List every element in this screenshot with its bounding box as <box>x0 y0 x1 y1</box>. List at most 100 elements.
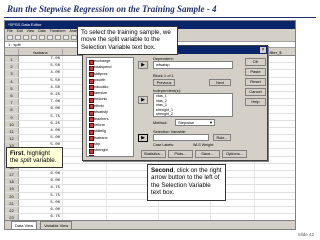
row-number[interactable]: 22 <box>5 206 19 214</box>
column-header[interactable] <box>5 49 19 55</box>
table-cell[interactable]: 5.50 <box>19 63 63 70</box>
toolbar-button[interactable] <box>63 35 69 40</box>
table-cell[interactable]: 5.00 <box>19 135 63 142</box>
ok-button[interactable]: OK <box>245 58 266 66</box>
table-cell[interactable]: 6.00 <box>19 178 63 185</box>
table-cell[interactable] <box>255 164 295 170</box>
variable-list[interactable]: exchange totalspend stdtpres pworth educatio… <box>86 57 134 157</box>
row-number[interactable]: 8 <box>5 106 19 113</box>
table-cell[interactable] <box>211 206 255 214</box>
tab-variable-view[interactable]: Variable View <box>40 221 73 229</box>
table-cell[interactable]: 4.00 <box>19 70 63 77</box>
options-button[interactable]: Options... <box>222 150 247 158</box>
independent-item[interactable]: strenght_2 <box>156 112 232 117</box>
table-cell[interactable] <box>255 193 295 199</box>
table-cell[interactable]: 6.00 <box>19 106 63 113</box>
table-cell[interactable]: 6.25 <box>19 120 63 127</box>
dependent-arrow-button[interactable]: ▶ <box>138 61 148 69</box>
table-cell[interactable] <box>255 200 295 206</box>
row-number[interactable]: 4 <box>5 77 19 84</box>
row-number[interactable]: 7 <box>5 99 19 106</box>
table-cell[interactable] <box>63 178 107 185</box>
row-number[interactable]: 21 <box>5 199 19 206</box>
row-number[interactable]: 19 <box>5 185 19 192</box>
row-number[interactable]: 11 <box>5 127 19 135</box>
table-cell[interactable]: 7.00 <box>19 99 63 106</box>
table-cell[interactable] <box>255 171 295 177</box>
first-bold: First <box>10 150 24 157</box>
help-button[interactable]: Help <box>245 98 266 106</box>
cancel-button[interactable]: Cancel <box>245 88 266 96</box>
instruction-callout-second: Second, click on the right arrow button … <box>147 164 226 201</box>
toolbar-button[interactable] <box>39 35 45 40</box>
menu-item-edit[interactable]: Edit <box>17 29 23 33</box>
close-icon[interactable]: × <box>260 47 266 53</box>
table-cell[interactable] <box>63 171 107 178</box>
row-number[interactable]: 9 <box>5 113 19 120</box>
selection-variable-field[interactable] <box>153 134 209 141</box>
column-header[interactable]: fsatranx <box>19 49 63 55</box>
table-cell[interactable]: 4.00 <box>19 127 63 135</box>
table-cell[interactable]: 5.75 <box>19 192 63 199</box>
row-number[interactable]: 5 <box>5 84 19 91</box>
table-cell[interactable]: 6.00 <box>19 206 63 214</box>
variable-item[interactable]: sreverse <box>87 154 133 156</box>
first-italic: split <box>20 157 32 165</box>
table-cell[interactable] <box>107 206 159 214</box>
row-number[interactable]: 3 <box>5 70 19 77</box>
toolbar-button[interactable] <box>55 35 61 40</box>
method-select[interactable]: Stepwise ▼ <box>175 119 215 126</box>
table-cell[interactable]: 7.00 <box>19 56 63 63</box>
paste-button[interactable]: Paste <box>245 68 266 76</box>
toolbar-button[interactable] <box>47 35 53 40</box>
rule-button[interactable]: Rule... <box>213 134 231 141</box>
table-cell[interactable] <box>255 207 295 213</box>
case-labels-label: Case Labels: <box>153 143 174 147</box>
chevron-down-icon: ▼ <box>209 120 213 125</box>
row-number[interactable]: 18 <box>5 178 19 185</box>
toolbar-button[interactable] <box>31 35 37 40</box>
row-number[interactable]: 1 <box>5 56 19 63</box>
row-number[interactable]: 17 <box>5 171 19 178</box>
menu-item-view[interactable]: View <box>27 29 35 33</box>
table-cell[interactable]: 5.00 <box>19 199 63 206</box>
toolbar-button[interactable] <box>7 35 13 40</box>
instruction-callout-first: First, highlight the split variable. <box>6 147 63 168</box>
previous-button[interactable]: Previous <box>153 79 175 86</box>
selection-variable-arrow-button[interactable]: ▶ <box>138 134 148 142</box>
table-cell[interactable] <box>255 178 295 184</box>
row-number[interactable]: 6 <box>5 91 19 99</box>
reset-button[interactable]: Reset <box>245 78 266 86</box>
table-cell[interactable] <box>63 163 107 170</box>
table-cell[interactable] <box>63 199 107 206</box>
toolbar-button[interactable] <box>15 35 21 40</box>
table-cell[interactable]: 5.75 <box>19 113 63 120</box>
plots-button[interactable]: Plots... <box>168 150 193 158</box>
table-row: 22 6.00 <box>5 206 295 215</box>
statistics-button[interactable]: Statistics... <box>141 150 166 158</box>
menu-item-data[interactable]: Data <box>38 29 45 33</box>
table-cell[interactable]: 4.75 <box>19 185 63 192</box>
tab-data-view[interactable]: Data View <box>11 221 38 229</box>
save-button[interactable]: Save... <box>195 150 220 158</box>
independents-list[interactable]: ntas_1 ntas_2 ntas_3 strenght_1 strenght_2 <box>153 93 233 117</box>
table-cell[interactable]: 6.25 <box>19 91 63 99</box>
table-cell[interactable]: 4.50 <box>19 84 63 91</box>
table-cell[interactable] <box>255 185 295 191</box>
row-number[interactable]: 2 <box>5 63 19 70</box>
table-cell[interactable] <box>159 206 211 214</box>
toolbar-button[interactable] <box>23 35 29 40</box>
row-number[interactable]: 10 <box>5 120 19 127</box>
row-number[interactable]: 20 <box>5 192 19 199</box>
table-cell[interactable] <box>63 185 107 192</box>
dependent-field[interactable]: wfsatsp <box>153 61 233 69</box>
table-cell[interactable] <box>63 192 107 199</box>
table-cell[interactable]: 6.00 <box>19 171 63 178</box>
table-cell[interactable] <box>63 206 107 214</box>
menu-item-transform[interactable]: Transform <box>50 29 66 33</box>
row-number[interactable]: 12 <box>5 135 19 142</box>
independents-arrow-button[interactable]: ▶ <box>138 96 148 104</box>
next-button[interactable]: Next <box>209 79 231 86</box>
table-cell[interactable]: 5.50 <box>19 77 63 84</box>
menu-item-file[interactable]: File <box>7 29 13 33</box>
